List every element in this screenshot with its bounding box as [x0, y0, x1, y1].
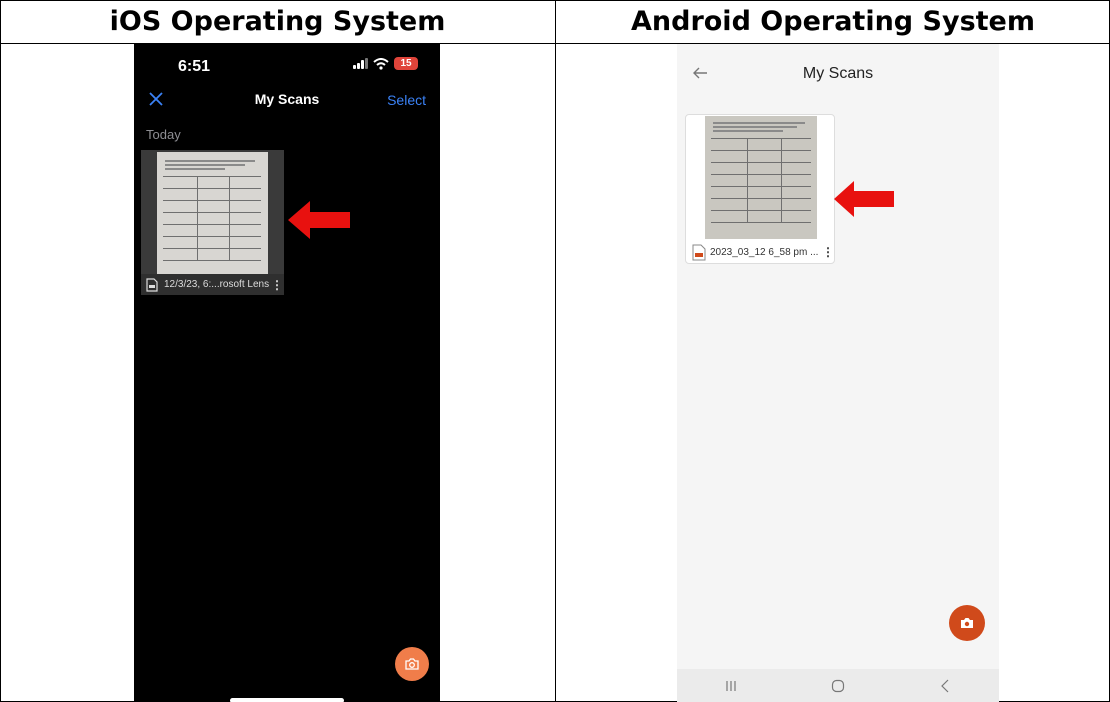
red-arrow-android	[834, 181, 894, 217]
scan-name: 12/3/23, 6:...rosoft Lens	[164, 279, 270, 290]
scan-card[interactable]: 2023_03_12 6_58 pm ... ⋮	[685, 114, 835, 264]
recents-icon	[726, 680, 736, 691]
battery-icon: 15	[394, 57, 418, 70]
select-button[interactable]: Select	[387, 92, 426, 108]
camera-button[interactable]	[949, 605, 985, 641]
camera-icon	[405, 658, 419, 670]
page-title: My Scans	[802, 65, 874, 82]
red-arrow-ios	[288, 201, 350, 239]
scan-name: 2023_03_12 6_58 pm ...	[710, 246, 819, 258]
signal-icon	[353, 58, 368, 69]
section-header-today: Today	[146, 127, 181, 142]
pdf-file-icon	[692, 244, 706, 260]
home-indicator[interactable]	[230, 698, 344, 702]
scan-card-footer: 12/3/23, 6:...rosoft Lens ⋮	[141, 274, 284, 295]
pdf-file-icon	[146, 277, 158, 292]
wifi-icon	[373, 57, 389, 70]
ios-column-header: iOS Operating System	[109, 6, 446, 37]
android-column-header: Android Operating System	[631, 6, 1035, 37]
scan-thumbnail	[157, 152, 268, 276]
scan-card-footer: 2023_03_12 6_58 pm ... ⋮	[686, 239, 834, 263]
scan-thumbnail	[705, 116, 817, 239]
android-screen: My Scans 2023_03_12 6_58 pm ... ⋮	[677, 44, 999, 702]
status-time: 6:51	[178, 58, 211, 75]
camera-button[interactable]	[395, 647, 429, 681]
home-button[interactable]	[818, 675, 858, 697]
more-options-icon[interactable]: ⋮	[822, 245, 834, 259]
scan-card[interactable]: 12/3/23, 6:...rosoft Lens ⋮	[141, 150, 284, 295]
table-column-divider	[555, 0, 556, 702]
back-chevron-icon	[941, 679, 949, 692]
status-icons: 15	[353, 57, 418, 70]
system-navigation-bar	[677, 669, 999, 702]
camera-icon	[961, 618, 973, 628]
more-options-icon[interactable]: ⋮	[271, 278, 283, 292]
recents-button[interactable]	[711, 675, 751, 697]
back-button[interactable]	[925, 675, 965, 697]
home-icon	[831, 679, 845, 692]
ios-screen: 6:51 15 My Scans Select Today 12/3/23, 6…	[134, 44, 440, 702]
